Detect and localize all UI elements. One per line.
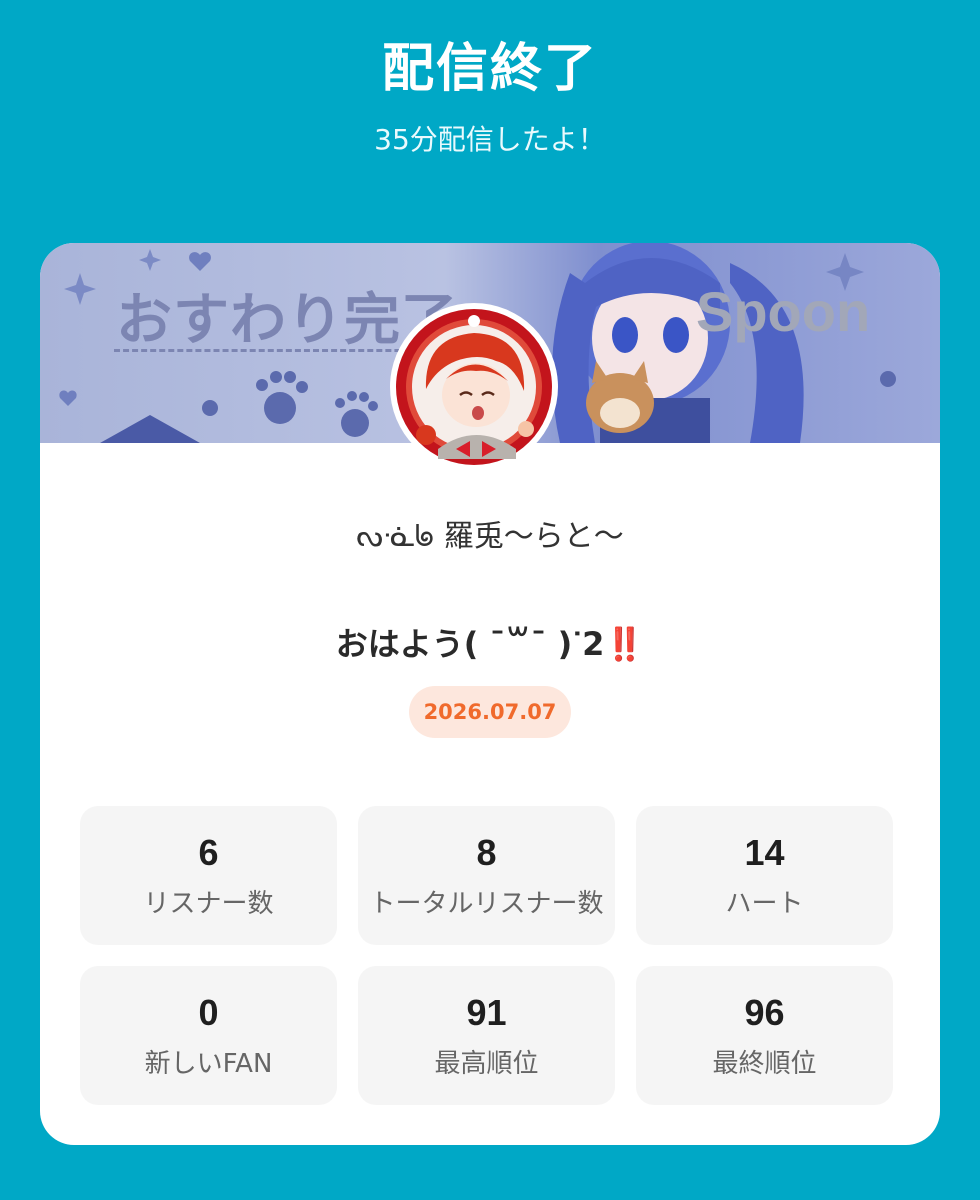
live-title: おはよう( ˉ꒳ˉ )ᐝ2‼️ (40, 619, 940, 665)
double-exclamation-emoji: ‼️ (604, 625, 645, 663)
stat-value: 14 (744, 832, 785, 874)
stat-label: 新しいFAN (144, 1048, 273, 1079)
summary-card: おすわり完了 Spoon ᔓᓍᖚ 羅兎〜らと〜 おはよう( ˉ꒳ˉ)ᐝ2‼️ … (40, 243, 940, 1145)
stat-total-listeners: 8 トータルリスナー数 (358, 806, 615, 945)
stat-value: 8 (476, 832, 497, 874)
spoon-logo: Spoon (696, 280, 871, 343)
stat-hearts: 14 ハート (636, 806, 893, 945)
stat-label: 最高順位 (434, 1048, 539, 1079)
stat-new-fans: 0 新しいFAN (80, 966, 337, 1105)
stat-label: リスナー数 (143, 888, 274, 919)
avatar-image (396, 309, 552, 465)
live-title-text: おはよう( ˉ꒳ˉ )ᐝ2 (335, 625, 605, 663)
stat-highest-rank: 91 最高順位 (358, 966, 615, 1105)
stat-value: 96 (744, 992, 785, 1034)
stat-final-rank: 96 最終順位 (636, 966, 893, 1105)
stat-label: トータルリスナー数 (369, 888, 604, 919)
stats-grid: 6 リスナー数 8 トータルリスナー数 14 ハート 0 新しいFAN 91 最… (80, 806, 893, 1105)
stat-listeners: 6 リスナー数 (80, 806, 337, 945)
avatar[interactable] (390, 303, 558, 471)
live-date-badge: 2026.07.07 (409, 686, 571, 738)
dj-username[interactable]: ᔓᓍᖚ 羅兎〜らと〜 (40, 511, 940, 555)
broadcast-duration: 35分配信したよ！ (374, 123, 606, 156)
stat-label: 最終順位 (712, 1048, 817, 1079)
stat-value: 6 (198, 832, 219, 874)
stat-value: 91 (466, 992, 507, 1034)
stat-value: 0 (198, 992, 219, 1034)
stat-label: ハート (725, 888, 804, 919)
page-title: 配信終了 (381, 39, 598, 99)
